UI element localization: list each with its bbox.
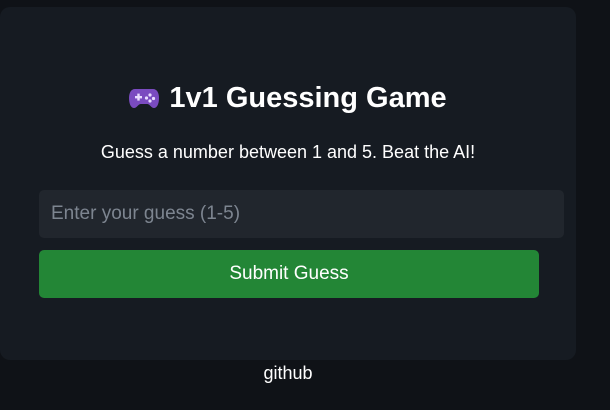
page-title: 1v1 Guessing Game [169,82,447,114]
game-card: 1v1 Guessing Game Guess a number between… [0,7,576,360]
guess-input[interactable] [39,190,564,238]
gamepad-icon [129,89,160,108]
github-link[interactable]: github [0,361,576,385]
page: 1v1 Guessing Game Guess a number between… [0,0,610,410]
game-instructions: Guess a number between 1 and 5. Beat the… [100,142,476,162]
title-row: 1v1 Guessing Game [0,80,576,116]
submit-guess-button[interactable]: Submit Guess [39,250,539,298]
